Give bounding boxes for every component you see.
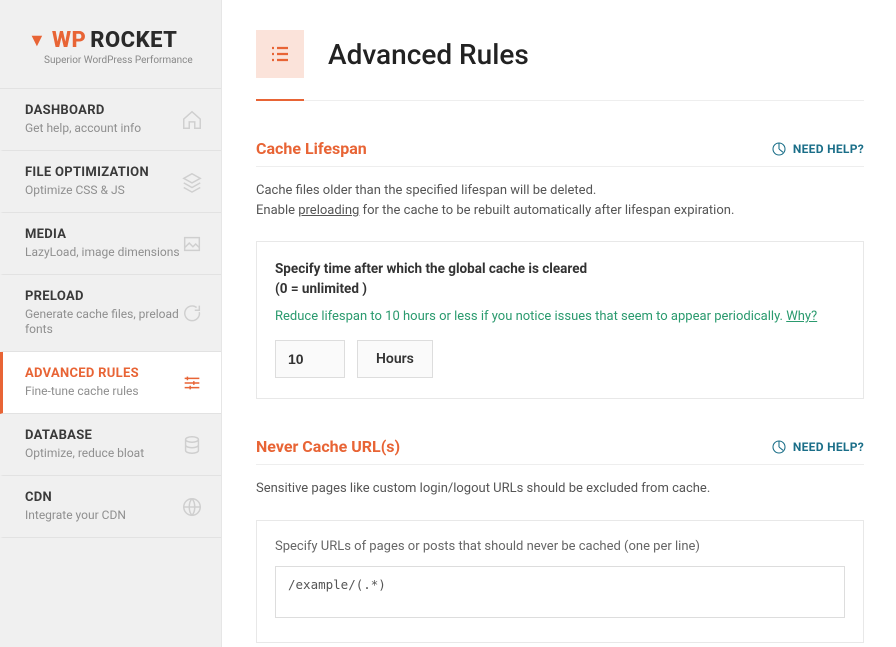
sidebar-item-media[interactable]: MEDIA LazyLoad, image dimensions (0, 213, 221, 275)
sidebar-item-subtitle: Generate cache files, preload fonts (25, 307, 181, 337)
sidebar-item-subtitle: Integrate your CDN (25, 508, 181, 523)
logo-mark-icon: ▼ (28, 30, 46, 51)
never-cache-textarea[interactable] (275, 566, 845, 618)
page-header-icon (256, 30, 304, 78)
main-content: Advanced Rules Cache Lifespan NEED HELP?… (222, 0, 896, 647)
sidebar-item-preload[interactable]: PRELOAD Generate cache files, preload fon… (0, 275, 221, 352)
globe-icon (181, 496, 203, 518)
sidebar-item-database[interactable]: DATABASE Optimize, reduce bloat (0, 414, 221, 476)
brand-name-1: WP (52, 28, 86, 53)
section-description: Cache files older than the specified lif… (256, 181, 864, 221)
brand-tagline: Superior WordPress Performance (44, 55, 201, 66)
database-icon (181, 434, 203, 456)
sliders-icon (181, 372, 203, 394)
sidebar-item-subtitle: Optimize, reduce bloat (25, 446, 181, 461)
need-help-link[interactable]: NEED HELP? (771, 141, 864, 157)
lifespan-hint: Reduce lifespan to 10 hours or less if y… (275, 309, 845, 324)
why-link[interactable]: Why? (786, 309, 817, 324)
sidebar-item-title: FILE OPTIMIZATION (25, 165, 181, 180)
never-cache-desc: Sensitive pages like custom login/logout… (256, 479, 864, 499)
sidebar: ▼ WP ROCKET Superior WordPress Performan… (0, 0, 222, 647)
preloading-link[interactable]: preloading (298, 203, 359, 218)
layers-icon (181, 171, 203, 193)
sidebar-item-subtitle: LazyLoad, image dimensions (25, 245, 181, 260)
never-cache-panel: Specify URLs of pages or posts that shou… (256, 520, 864, 643)
section-title-lifespan: Cache Lifespan (256, 139, 367, 158)
need-help-label: NEED HELP? (793, 142, 864, 156)
sidebar-item-cdn[interactable]: CDN Integrate your CDN (0, 476, 221, 538)
help-icon (771, 439, 787, 455)
sidebar-item-file-opt[interactable]: FILE OPTIMIZATION Optimize CSS & JS (0, 151, 221, 213)
sliders-icon (268, 42, 292, 66)
never-cache-panel-label: Specify URLs of pages or posts that shou… (275, 539, 845, 554)
brand-name-2: ROCKET (90, 28, 177, 53)
lifespan-unit-select[interactable]: Hours (357, 340, 433, 378)
section-cache-lifespan: Cache Lifespan NEED HELP? Cache files ol… (256, 139, 864, 399)
sidebar-item-subtitle: Get help, account info (25, 121, 181, 136)
sidebar-item-title: PRELOAD (25, 289, 181, 304)
page-header: Advanced Rules (256, 30, 864, 101)
sidebar-item-adv-rules[interactable]: ADVANCED RULES Fine-tune cache rules (0, 352, 221, 414)
section-never-cache: Never Cache URL(s) NEED HELP? Sensitive … (256, 437, 864, 642)
sidebar-item-subtitle: Fine-tune cache rules (25, 384, 181, 399)
sidebar-item-title: DATABASE (25, 428, 181, 443)
lifespan-panel: Specify time after which the global cach… (256, 241, 864, 399)
need-help-link[interactable]: NEED HELP? (771, 439, 864, 455)
refresh-icon (181, 302, 203, 324)
lifespan-value-input[interactable] (275, 340, 345, 378)
image-icon (181, 233, 203, 255)
help-icon (771, 141, 787, 157)
lifespan-panel-label-1: Specify time after which the global cach… (275, 261, 587, 277)
section-title-never-cache: Never Cache URL(s) (256, 437, 400, 456)
brand-logo: ▼ WP ROCKET Superior WordPress Performan… (0, 0, 221, 89)
need-help-label: NEED HELP? (793, 440, 864, 454)
lifespan-panel-label-2: (0 = unlimited ) (275, 281, 367, 297)
sidebar-item-title: MEDIA (25, 227, 181, 242)
sidebar-item-title: CDN (25, 490, 181, 505)
home-icon (181, 109, 203, 131)
page-title: Advanced Rules (328, 38, 529, 71)
sidebar-item-title: DASHBOARD (25, 103, 181, 118)
sidebar-item-subtitle: Optimize CSS & JS (25, 183, 181, 198)
sidebar-item-title: ADVANCED RULES (25, 366, 181, 381)
sidebar-item-dashboard[interactable]: DASHBOARD Get help, account info (0, 89, 221, 151)
